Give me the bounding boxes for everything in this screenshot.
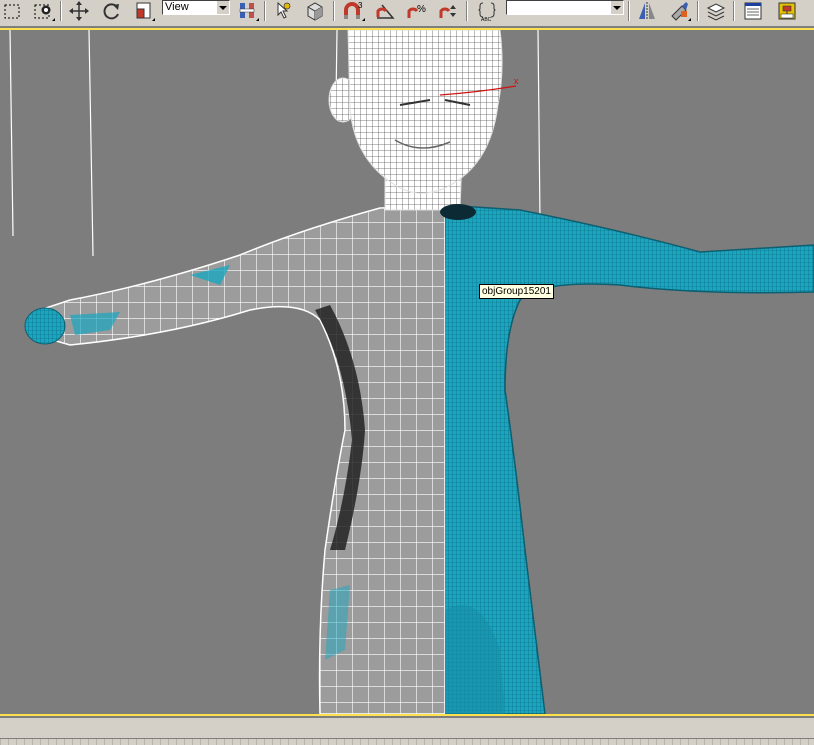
named-selection-dropdown[interactable]: [506, 0, 624, 15]
hand-cap: [24, 307, 66, 345]
base-mesh-half[interactable]: [34, 204, 445, 714]
schematic-view-icon[interactable]: [774, 0, 800, 22]
axis-gizmo-x-label: x: [514, 76, 519, 86]
time-slider-bar[interactable]: [0, 718, 814, 745]
chevron-down-icon[interactable]: [216, 1, 229, 14]
layer-manager-icon[interactable]: [703, 0, 729, 22]
svg-text:3: 3: [358, 1, 363, 10]
timeline-track[interactable]: [0, 738, 814, 745]
toolbar-separator: [628, 1, 630, 21]
rotate-icon[interactable]: [98, 0, 124, 22]
main-toolbar: View 3 % ABC: [0, 0, 814, 27]
viewport-scene: x: [9, 30, 814, 714]
scale-icon[interactable]: [130, 0, 156, 22]
angle-snap-icon[interactable]: [372, 0, 398, 22]
svg-text:%: %: [417, 4, 426, 15]
head-mesh[interactable]: [328, 30, 503, 194]
toolbar-separator: [733, 1, 735, 21]
perspective-viewport[interactable]: x objGroup15201: [0, 28, 814, 716]
toolbar-separator: [60, 1, 62, 21]
3dsmax-window: View 3 % ABC x objGroup15201: [0, 0, 814, 745]
smoothed-mesh-half[interactable]: [430, 204, 814, 714]
reference-coordinate-value: View: [165, 1, 189, 13]
chevron-down-icon[interactable]: [610, 1, 623, 14]
pivot-center-icon[interactable]: [234, 0, 260, 22]
curve-editor-icon[interactable]: [740, 0, 766, 22]
toolbar-separator: [697, 1, 699, 21]
neck-hole: [440, 204, 476, 220]
svg-text:ABC: ABC: [481, 17, 492, 22]
select-region-icon[interactable]: [0, 0, 26, 22]
toolbar-separator: [264, 1, 266, 21]
align-icon[interactable]: [666, 0, 692, 22]
select-manipulate-icon[interactable]: [270, 0, 296, 22]
mirror-icon[interactable]: [634, 0, 660, 22]
object-name-tooltip: objGroup15201: [479, 284, 554, 299]
select-object-icon[interactable]: [30, 0, 56, 22]
toolbar-separator: [466, 1, 468, 21]
keyboard-shortcut-icon[interactable]: [302, 0, 328, 22]
reference-coordinate-dropdown[interactable]: View: [162, 0, 230, 15]
spinner-snap-icon[interactable]: [436, 0, 462, 22]
edit-named-selection-icon[interactable]: ABC: [474, 0, 500, 22]
toolbar-separator: [333, 1, 335, 21]
move-icon[interactable]: [66, 0, 92, 22]
percent-snap-icon[interactable]: %: [404, 0, 430, 22]
snap-3d-icon[interactable]: 3: [340, 0, 366, 22]
